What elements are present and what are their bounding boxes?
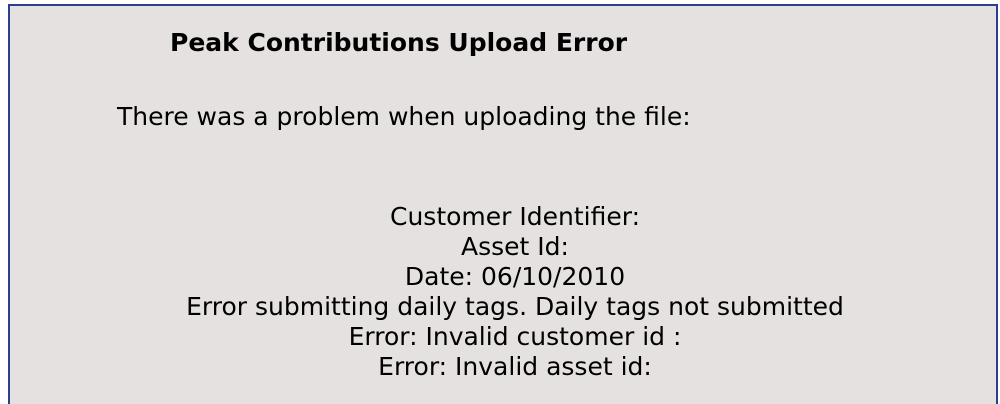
error-dialog: Peak Contributions Upload Error There wa… — [8, 4, 998, 404]
intro-message: There was a problem when uploading the f… — [117, 102, 691, 131]
error-details: Customer Identifier: Asset Id: Date: 06/… — [10, 202, 1000, 382]
submit-error-line: Error submitting daily tags. Daily tags … — [186, 292, 844, 321]
dialog-title: Peak Contributions Upload Error — [170, 28, 628, 57]
customer-identifier-line: Customer Identifier: — [390, 202, 640, 231]
asset-id-line: Asset Id: — [461, 232, 569, 261]
invalid-asset-line: Error: Invalid asset id: — [378, 352, 652, 381]
invalid-customer-line: Error: Invalid customer id : — [348, 322, 682, 351]
date-line: Date: 06/10/2010 — [404, 262, 626, 291]
